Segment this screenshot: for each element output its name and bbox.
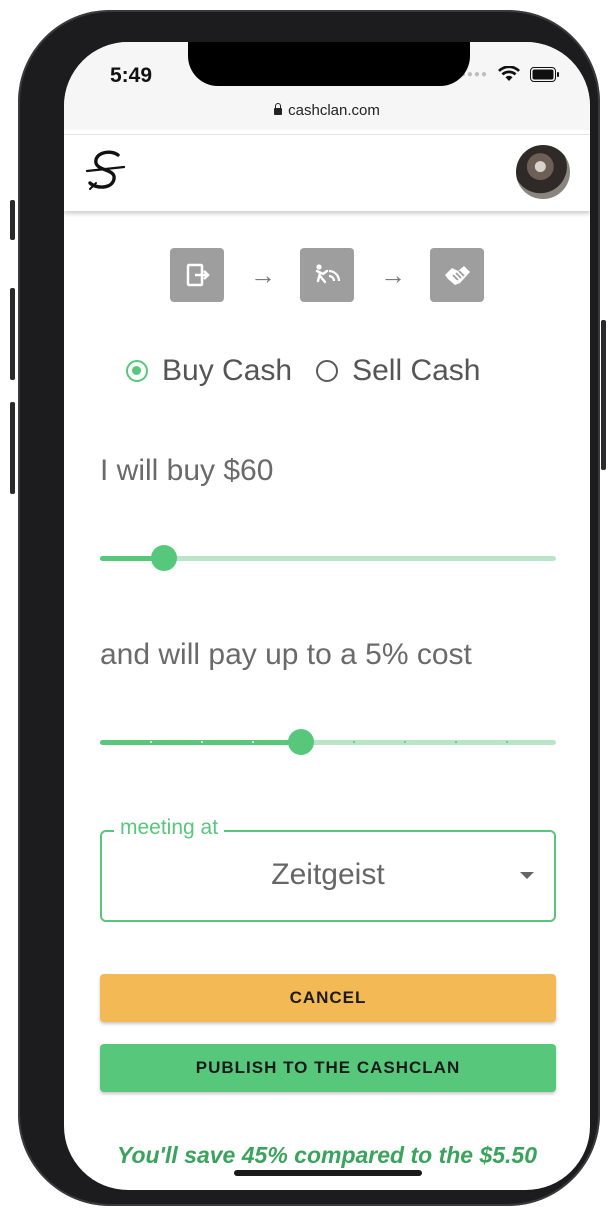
cashclan-s-logo-icon[interactable] (85, 149, 126, 198)
cost-slider-tick (455, 741, 457, 743)
cost-slider-tick (150, 741, 152, 743)
trade-type-radio-group: Buy Cash Sell Cash (126, 354, 504, 388)
cost-slider[interactable] (100, 729, 556, 755)
sell-cash-label[interactable]: Sell Cash (352, 354, 480, 388)
status-icons: ●●●● (460, 66, 560, 82)
buy-cash-label[interactable]: Buy Cash (162, 354, 292, 388)
cost-slider-tick (404, 741, 406, 743)
phone-frame: 5:49 ●●●● cashclan.com → → Buy Cash Sell… (10, 10, 606, 1206)
power-button (601, 320, 606, 470)
arrow-right-icon: → (250, 260, 276, 290)
cost-slider-tick (353, 741, 355, 743)
url-text: cashclan.com (288, 102, 380, 119)
notch (188, 42, 470, 86)
screen: 5:49 ●●●● cashclan.com → → Buy Cash Sell… (64, 42, 590, 1190)
handshake-icon (430, 248, 484, 302)
savings-text: You'll save 45% compared to the $5.50 (116, 1142, 538, 1168)
meeting-legend: meeting at (114, 816, 225, 840)
user-avatar[interactable] (516, 145, 570, 199)
silent-switch (10, 200, 15, 240)
buy-cash-radio[interactable] (126, 360, 148, 382)
publish-button[interactable]: PUBLISH TO THE CASHCLAN (100, 1044, 556, 1092)
address-bar[interactable]: cashclan.com (64, 102, 590, 119)
wifi-icon (498, 66, 520, 81)
status-time: 5:49 (110, 64, 153, 87)
home-indicator[interactable] (234, 1170, 422, 1176)
walking-wave-icon (300, 248, 354, 302)
battery-icon (530, 66, 559, 82)
cost-slider-thumb[interactable] (288, 729, 314, 755)
amount-slider-thumb[interactable] (151, 545, 177, 571)
dropdown-caret-icon[interactable] (520, 872, 534, 879)
amount-slider[interactable] (100, 545, 556, 571)
cancel-button[interactable]: CANCEL (100, 974, 556, 1022)
exit-door-icon (170, 248, 224, 302)
sell-cash-radio[interactable] (316, 360, 339, 382)
cost-label: and will pay up to a 5% cost (100, 638, 472, 671)
amount-label: I will buy $60 (100, 454, 274, 487)
progress-steps: → → (170, 248, 486, 304)
app-bar (64, 134, 590, 211)
arrow-right-icon: → (380, 260, 406, 290)
cost-slider-tick (201, 741, 203, 743)
lock-icon (274, 103, 283, 115)
meeting-location-select[interactable]: meeting at Zeitgeist (100, 816, 556, 922)
meeting-value[interactable]: Zeitgeist (102, 858, 554, 892)
cost-slider-tick (506, 741, 508, 743)
cost-slider-tick (252, 741, 254, 743)
volume-up-button (10, 288, 15, 380)
volume-down-button (10, 402, 15, 494)
